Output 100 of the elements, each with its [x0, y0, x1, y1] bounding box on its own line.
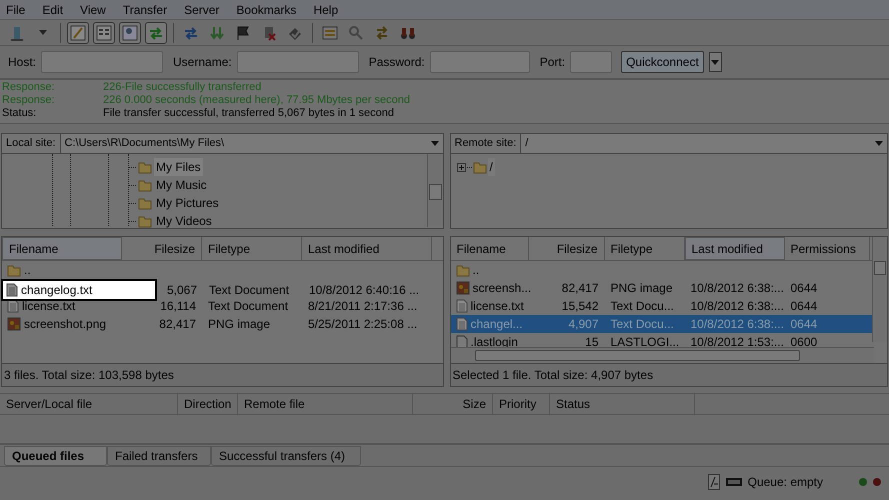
- menu-item[interactable]: File: [6, 0, 26, 18]
- text-file-icon: [7, 299, 19, 313]
- table-cell-text: 82,417: [158, 316, 197, 333]
- log-message: 226-File successfully transferred: [103, 81, 262, 94]
- menu-item[interactable]: View: [80, 0, 106, 18]
- message-log-button[interactable]: [67, 22, 89, 44]
- table-cell-text: 10/8/2012 1:53:...: [690, 334, 784, 351]
- table-cell-text: 0600: [790, 334, 818, 351]
- folder-icon: [138, 214, 152, 228]
- caret-icon: [430, 141, 438, 146]
- column-header[interactable]: Remote file: [238, 394, 413, 414]
- dropdown-button[interactable]: [708, 52, 722, 72]
- column-header[interactable]: Last modified: [302, 237, 432, 260]
- folder-icon: [138, 196, 152, 210]
- tab[interactable]: Successful transfers (4): [211, 446, 361, 466]
- text-file-icon: [456, 299, 468, 313]
- status-text: 3 files. Total size: 103,598 bytes: [1, 364, 444, 387]
- column-header[interactable]: Priority: [493, 394, 550, 414]
- expander[interactable]: [456, 162, 466, 172]
- input-field[interactable]: [430, 51, 530, 73]
- folder-icon: [456, 263, 470, 277]
- text-file-icon: [6, 283, 18, 297]
- folder-icon: [472, 160, 486, 174]
- column-header[interactable]: Filename: [2, 237, 122, 260]
- file-name[interactable]: screenshot.png: [24, 315, 106, 333]
- text-file-icon: [456, 317, 468, 331]
- table-cell-text: Text Docu...: [610, 316, 675, 333]
- menu-item[interactable]: Server: [184, 0, 220, 18]
- caret-icon: [711, 60, 720, 64]
- column-header[interactable]: Filename: [450, 237, 528, 260]
- file-name[interactable]: ..: [472, 261, 480, 279]
- status-light-icon: [873, 478, 881, 486]
- file-name[interactable]: ..: [24, 261, 31, 279]
- table-cell-text: 15: [584, 334, 600, 351]
- menu-item[interactable]: Edit: [42, 0, 64, 18]
- queue-status: Queue: empty: [748, 474, 823, 491]
- blank-file-icon: [456, 335, 468, 349]
- log-label: Response:: [2, 81, 56, 94]
- file-name[interactable]: license.txt: [22, 297, 76, 315]
- tree-icon: [121, 24, 139, 42]
- tree-item[interactable]: /: [488, 158, 495, 176]
- column-header[interactable]: Permissions: [784, 237, 870, 260]
- column-header[interactable]: Last modified: [684, 237, 784, 260]
- table-cell-text: Text Docu...: [610, 298, 675, 315]
- column-header[interactable]: Filesize: [122, 237, 202, 260]
- input-field[interactable]: [236, 51, 359, 73]
- menu-item[interactable]: Help: [313, 0, 338, 18]
- tab[interactable]: Queued files: [4, 446, 107, 466]
- path-text: C:\Users\R\Documents\My Files\: [64, 136, 224, 152]
- field-label: Username:: [173, 54, 232, 71]
- column-header[interactable]: Direction: [178, 394, 238, 414]
- table-cell-text: 16,114: [159, 298, 197, 315]
- column-header[interactable]: Size: [413, 394, 493, 414]
- file-name[interactable]: changelog.txt: [21, 281, 92, 299]
- scrollbar[interactable]: [426, 154, 442, 227]
- input-field[interactable]: [570, 51, 612, 73]
- quickconnect-button[interactable]: Quickconnect: [621, 51, 704, 73]
- image-file-icon: [7, 317, 21, 331]
- menu-item[interactable]: Bookmarks: [236, 0, 296, 18]
- file-name[interactable]: screensh...: [472, 279, 532, 297]
- table-cell-text: Text Document: [207, 298, 290, 315]
- image-file-icon: [456, 281, 470, 295]
- table-cell-text: 8/21/2011 2:17:36 ...: [307, 298, 418, 315]
- file-row[interactable]: changel... 4,907 Text Docu... 10/8/2012 6:38:... 0644: [450, 315, 872, 333]
- path-dropdown[interactable]: C:\Users\R\Documents\My Files\: [60, 134, 442, 153]
- transfer-arrows-button[interactable]: [145, 22, 167, 44]
- folder-icon: [138, 178, 152, 192]
- column-header[interactable]: Filesize: [528, 237, 604, 260]
- tree-button[interactable]: [119, 22, 141, 44]
- table-cell-text: 4,907: [567, 316, 600, 333]
- column-header[interactable]: Status: [550, 394, 695, 414]
- table-cell-text: 10/8/2012 6:38:...: [690, 280, 784, 297]
- folder-icon: [138, 160, 152, 174]
- table-cell-text: 0644: [790, 316, 818, 333]
- tab[interactable]: Failed transfers: [107, 446, 211, 466]
- field-label: Password:: [368, 54, 425, 71]
- tree-item[interactable]: My Files: [154, 158, 203, 176]
- table-cell-text: LASTLOGI...: [610, 334, 680, 351]
- path-dropdown[interactable]: /: [521, 134, 887, 153]
- table-cell-text: 15,542: [560, 298, 600, 315]
- list-button[interactable]: [93, 22, 115, 44]
- input-field[interactable]: [41, 51, 164, 73]
- field-label: Host:: [8, 54, 36, 71]
- table-cell-text: 10/8/2012 6:40:16 ...: [308, 282, 420, 299]
- log-label: Response:: [2, 94, 56, 107]
- tree-item[interactable]: My Music: [154, 176, 209, 194]
- menu-item[interactable]: Transfer: [122, 0, 168, 18]
- column-header[interactable]: Server/Local file: [0, 394, 178, 414]
- table-cell-text: 0644: [790, 298, 818, 315]
- scrollbar[interactable]: [450, 347, 874, 363]
- folder-icon: [7, 263, 21, 277]
- tree-item[interactable]: My Videos: [154, 212, 214, 230]
- scrollbar[interactable]: [872, 237, 887, 342]
- tree-item[interactable]: My Pictures: [154, 194, 221, 212]
- column-header[interactable]: Filetype: [202, 237, 302, 260]
- file-name[interactable]: license.txt: [470, 297, 524, 315]
- file-name[interactable]: changel...: [470, 315, 523, 333]
- file-name[interactable]: .lastlogin: [470, 333, 518, 351]
- list-icon: [95, 24, 113, 42]
- dropdown-arrow-icon: [39, 30, 47, 35]
